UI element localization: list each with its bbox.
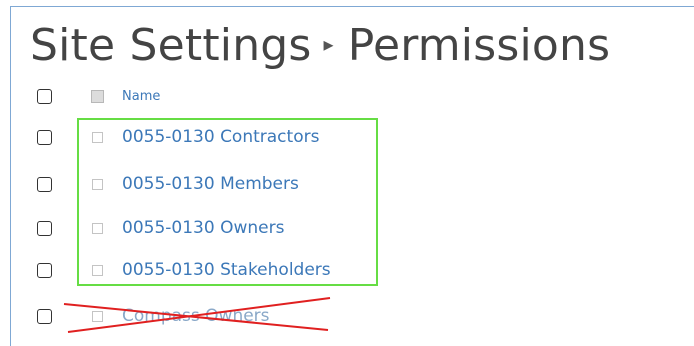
column-header-name[interactable]: Name	[122, 89, 160, 105]
row-checkbox[interactable]	[37, 309, 52, 324]
page-title: Site Settings ▸ Permissions	[30, 14, 610, 80]
header-select-checkbox[interactable]	[91, 90, 104, 103]
breadcrumb-separator-icon: ▸	[323, 32, 334, 56]
select-all-checkbox[interactable]	[37, 89, 52, 104]
row-checkbox[interactable]	[37, 221, 52, 236]
highlight-box	[77, 118, 378, 286]
group-link-compass-owners[interactable]: Compass Owners	[122, 306, 270, 326]
row-checkbox[interactable]	[37, 130, 52, 145]
breadcrumb-site-settings[interactable]: Site Settings	[30, 20, 312, 71]
row-checkbox[interactable]	[37, 177, 52, 192]
breadcrumb-permissions: Permissions	[347, 20, 611, 71]
row-select-checkbox[interactable]	[92, 311, 103, 322]
row-checkbox[interactable]	[37, 263, 52, 278]
